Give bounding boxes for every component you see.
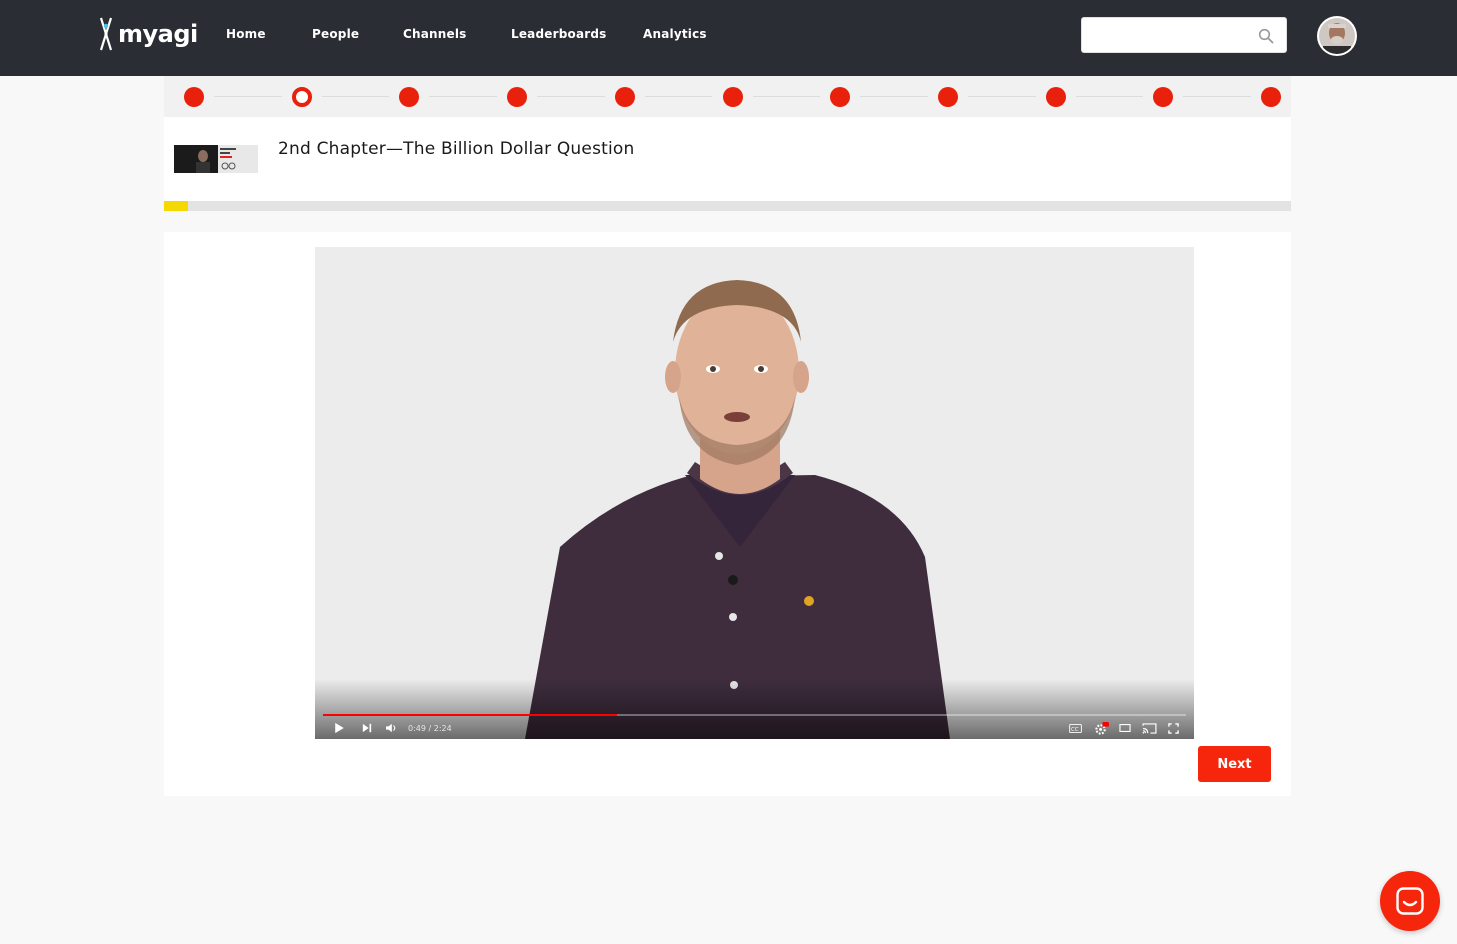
search-box (1081, 17, 1287, 53)
content-card: 0:49 / 2:24 CC Next (164, 232, 1291, 796)
chapter-connector (860, 96, 928, 97)
logo-mark-icon (99, 17, 113, 51)
chapter-dot[interactable] (399, 87, 420, 107)
chapter-dot[interactable] (1153, 87, 1174, 107)
settings-button[interactable] (1094, 721, 1109, 735)
settings-icon (1095, 721, 1109, 735)
fullscreen-button[interactable] (1168, 721, 1179, 735)
video-frame (315, 247, 1194, 739)
volume-icon (386, 723, 396, 733)
svg-text:CC: CC (1071, 726, 1079, 732)
chapter-connector (967, 96, 1036, 97)
nav-leaderboards[interactable]: Leaderboards (511, 27, 607, 41)
chapter-connector (1183, 96, 1251, 97)
cast-icon (1142, 722, 1157, 734)
course-progress-fill (164, 201, 188, 211)
chapter-connector (429, 96, 498, 97)
top-nav-bar: myagi Home People Channels Leaderboards … (0, 0, 1457, 76)
chapter-dot[interactable] (1261, 87, 1281, 107)
chapter-dot-current[interactable] (291, 87, 312, 107)
nav-home[interactable]: Home (226, 27, 266, 41)
myagi-logo[interactable]: myagi (98, 16, 198, 52)
video-time-display: 0:49 / 2:24 (408, 724, 452, 733)
chat-launcher-button[interactable] (1380, 871, 1440, 931)
chapter-connector (214, 96, 282, 97)
captions-button[interactable]: CC (1069, 721, 1082, 735)
avatar-photo (1319, 18, 1355, 54)
logo-text: myagi (118, 20, 198, 48)
skip-next-button[interactable] (362, 721, 372, 735)
search-icon[interactable] (1258, 28, 1274, 44)
scrubber-played (323, 714, 617, 716)
play-icon (335, 722, 344, 734)
captions-icon: CC (1069, 723, 1082, 733)
chapter-connector (752, 96, 821, 97)
chapter-dot[interactable] (722, 87, 743, 107)
chat-icon (1396, 887, 1424, 915)
play-button[interactable] (334, 721, 345, 735)
video-scrubber[interactable] (323, 714, 1186, 716)
fullscreen-icon (1168, 722, 1179, 734)
nav-channels[interactable]: Channels (403, 27, 467, 41)
cast-button[interactable] (1142, 721, 1157, 735)
search-input[interactable] (1082, 18, 1252, 52)
chapter-title: 2nd Chapter—The Billion Dollar Question (278, 139, 635, 159)
skip-next-icon (362, 723, 372, 733)
chapter-dot[interactable] (507, 87, 528, 107)
theater-mode-button[interactable] (1119, 721, 1131, 735)
chapter-thumbnail (174, 145, 258, 173)
chapter-connector (644, 96, 713, 97)
chapter-dot[interactable] (830, 87, 851, 107)
nav-people[interactable]: People (312, 27, 359, 41)
course-progress-bar (164, 201, 1291, 211)
chapter-stepper (164, 76, 1291, 117)
thumbnail-image (174, 145, 258, 173)
volume-button[interactable] (385, 721, 397, 735)
theater-mode-icon (1119, 724, 1131, 732)
next-button[interactable]: Next (1198, 746, 1271, 782)
chapter-connector (537, 96, 605, 97)
chapter-dot[interactable] (614, 87, 635, 107)
video-player[interactable]: 0:49 / 2:24 CC (315, 247, 1194, 739)
chapter-connector (1075, 96, 1144, 97)
chapter-dot[interactable] (1045, 87, 1066, 107)
chapter-dot[interactable] (937, 87, 958, 107)
user-avatar[interactable] (1317, 16, 1357, 56)
chapter-dot[interactable] (184, 87, 204, 107)
nav-analytics[interactable]: Analytics (643, 27, 707, 41)
chapter-header: 2nd Chapter—The Billion Dollar Question (164, 117, 1291, 201)
chapter-connector (321, 96, 390, 97)
